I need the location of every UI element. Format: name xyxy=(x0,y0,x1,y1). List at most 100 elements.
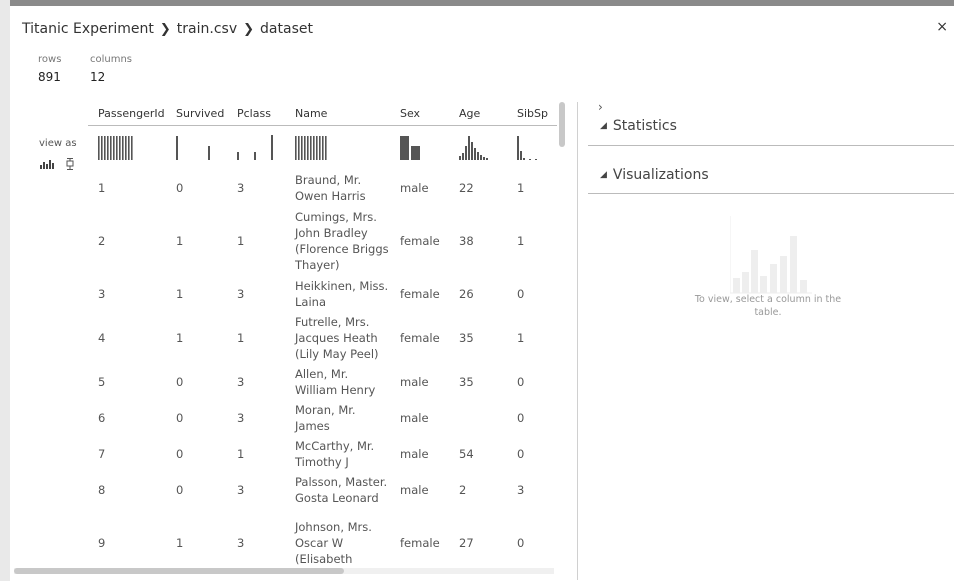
cell-age[interactable]: 22 xyxy=(449,170,507,206)
cell-sex[interactable]: male xyxy=(390,472,449,508)
cell-passengerid[interactable]: 2 xyxy=(88,206,166,276)
cell-name[interactable]: Palsson, Master. Gosta Leonard xyxy=(285,472,390,508)
column-header-pclass[interactable]: Pclass xyxy=(227,101,285,126)
cell-survived[interactable]: 1 xyxy=(166,276,227,312)
cell-pclass[interactable]: 3 xyxy=(227,170,285,206)
cell-name[interactable]: Moran, Mr. James xyxy=(285,400,390,436)
cell-passengerid[interactable]: 6 xyxy=(88,400,166,436)
cell-sibsp[interactable]: 3 xyxy=(507,472,557,508)
sex-histogram[interactable] xyxy=(390,126,449,171)
cell-age[interactable]: 35 xyxy=(449,312,507,364)
cell-sibsp[interactable]: 1 xyxy=(507,206,557,276)
expand-chevron-icon[interactable]: › xyxy=(598,100,603,114)
cell-sex[interactable]: female xyxy=(390,312,449,364)
rows-summary: rows 891 xyxy=(38,54,61,84)
cell-name[interactable]: Cumings, Mrs. John Bradley (Florence Bri… xyxy=(285,206,390,276)
column-header-sibsp[interactable]: SibSp xyxy=(507,101,557,126)
close-icon[interactable]: × xyxy=(936,19,948,35)
histogram-icon[interactable] xyxy=(40,159,56,169)
cell-survived[interactable]: 0 xyxy=(166,436,227,472)
column-header-name[interactable]: Name xyxy=(285,101,390,126)
cell-pclass[interactable]: 3 xyxy=(227,400,285,436)
cell-age[interactable]: 38 xyxy=(449,206,507,276)
rows-label: rows xyxy=(38,54,62,65)
cell-name[interactable]: McCarthy, Mr. Timothy J xyxy=(285,436,390,472)
cell-sibsp[interactable]: 0 xyxy=(507,364,557,400)
cell-passengerid[interactable]: 8 xyxy=(88,472,166,508)
cell-age[interactable]: 2 xyxy=(449,472,507,508)
name-histogram[interactable] xyxy=(285,126,390,171)
cell-name[interactable]: Futrelle, Mrs. Jacques Heath (Lily May P… xyxy=(285,312,390,364)
data-table: PassengerId Survived Pclass Name Sex Age… xyxy=(88,101,557,567)
cell-age[interactable] xyxy=(449,400,507,436)
cell-pclass[interactable]: 3 xyxy=(227,472,285,508)
cell-pclass[interactable]: 3 xyxy=(227,364,285,400)
columns-label: columns xyxy=(90,54,133,65)
view-as-label: view as xyxy=(39,138,77,149)
boxplot-icon[interactable] xyxy=(66,157,74,170)
pclass-histogram[interactable] xyxy=(227,126,285,171)
cell-pclass[interactable]: 1 xyxy=(227,312,285,364)
empty-visualization-message: To view, select a column in the table. xyxy=(694,294,842,318)
cell-sex[interactable]: female xyxy=(390,508,449,567)
cell-name[interactable]: Allen, Mr. William Henry xyxy=(285,364,390,400)
cell-sex[interactable]: female xyxy=(390,276,449,312)
passengerid-histogram[interactable] xyxy=(88,126,166,171)
cell-sex[interactable]: male xyxy=(390,436,449,472)
cell-sibsp[interactable]: 1 xyxy=(507,312,557,364)
data-table-container[interactable]: PassengerId Survived Pclass Name Sex Age… xyxy=(88,101,558,567)
cell-pclass[interactable]: 1 xyxy=(227,436,285,472)
breadcrumb-experiment[interactable]: Titanic Experiment xyxy=(22,21,154,37)
cell-age[interactable]: 26 xyxy=(449,276,507,312)
cell-sex[interactable]: male xyxy=(390,170,449,206)
cell-survived[interactable]: 0 xyxy=(166,170,227,206)
panel-divider[interactable] xyxy=(577,102,578,580)
column-header-survived[interactable]: Survived xyxy=(166,101,227,126)
cell-name[interactable]: Johnson, Mrs. Oscar W (Elisabeth xyxy=(285,508,390,567)
cell-age[interactable]: 27 xyxy=(449,508,507,567)
age-histogram[interactable] xyxy=(449,126,507,171)
cell-pclass[interactable]: 1 xyxy=(227,206,285,276)
cell-sex[interactable]: male xyxy=(390,364,449,400)
cell-sibsp[interactable]: 0 xyxy=(507,400,557,436)
cell-age[interactable]: 35 xyxy=(449,364,507,400)
column-header-sex[interactable]: Sex xyxy=(390,101,449,126)
view-as-toggle xyxy=(40,153,79,172)
cell-pclass[interactable]: 3 xyxy=(227,508,285,567)
cell-name[interactable]: Braund, Mr. Owen Harris xyxy=(285,170,390,206)
cell-passengerid[interactable]: 7 xyxy=(88,436,166,472)
cell-age[interactable]: 54 xyxy=(449,436,507,472)
column-header-age[interactable]: Age xyxy=(449,101,507,126)
breadcrumb-separator-icon: ❯ xyxy=(243,22,255,37)
cell-pclass[interactable]: 3 xyxy=(227,276,285,312)
cell-survived[interactable]: 1 xyxy=(166,508,227,567)
cell-sibsp[interactable]: 0 xyxy=(507,276,557,312)
cell-sibsp[interactable]: 0 xyxy=(507,508,557,567)
horizontal-scrollbar-thumb[interactable] xyxy=(14,568,344,574)
cell-survived[interactable]: 1 xyxy=(166,206,227,276)
cell-survived[interactable]: 0 xyxy=(166,472,227,508)
background-page xyxy=(0,0,10,581)
cell-sibsp[interactable]: 1 xyxy=(507,170,557,206)
cell-passengerid[interactable]: 1 xyxy=(88,170,166,206)
table-row: 1 0 3 Braund, Mr. Owen Harris male 22 1 xyxy=(88,170,557,206)
visualizations-section-header[interactable]: ◢ Visualizations xyxy=(588,167,954,194)
vertical-scrollbar-thumb[interactable] xyxy=(559,102,565,147)
cell-passengerid[interactable]: 3 xyxy=(88,276,166,312)
cell-survived[interactable]: 1 xyxy=(166,312,227,364)
cell-name[interactable]: Heikkinen, Miss. Laina xyxy=(285,276,390,312)
cell-sibsp[interactable]: 0 xyxy=(507,436,557,472)
cell-sex[interactable]: male xyxy=(390,400,449,436)
survived-histogram[interactable] xyxy=(166,126,227,171)
statistics-section-header[interactable]: ◢ Statistics xyxy=(588,118,954,146)
column-header-passengerid[interactable]: PassengerId xyxy=(88,101,166,126)
cell-survived[interactable]: 0 xyxy=(166,364,227,400)
cell-sex[interactable]: female xyxy=(390,206,449,276)
breadcrumb-file[interactable]: train.csv xyxy=(177,21,237,37)
cell-passengerid[interactable]: 4 xyxy=(88,312,166,364)
cell-passengerid[interactable]: 5 xyxy=(88,364,166,400)
cell-survived[interactable]: 0 xyxy=(166,400,227,436)
sibsp-histogram[interactable] xyxy=(507,126,557,171)
table-row: 4 1 1 Futrelle, Mrs. Jacques Heath (Lily… xyxy=(88,312,557,364)
cell-passengerid[interactable]: 9 xyxy=(88,508,166,567)
